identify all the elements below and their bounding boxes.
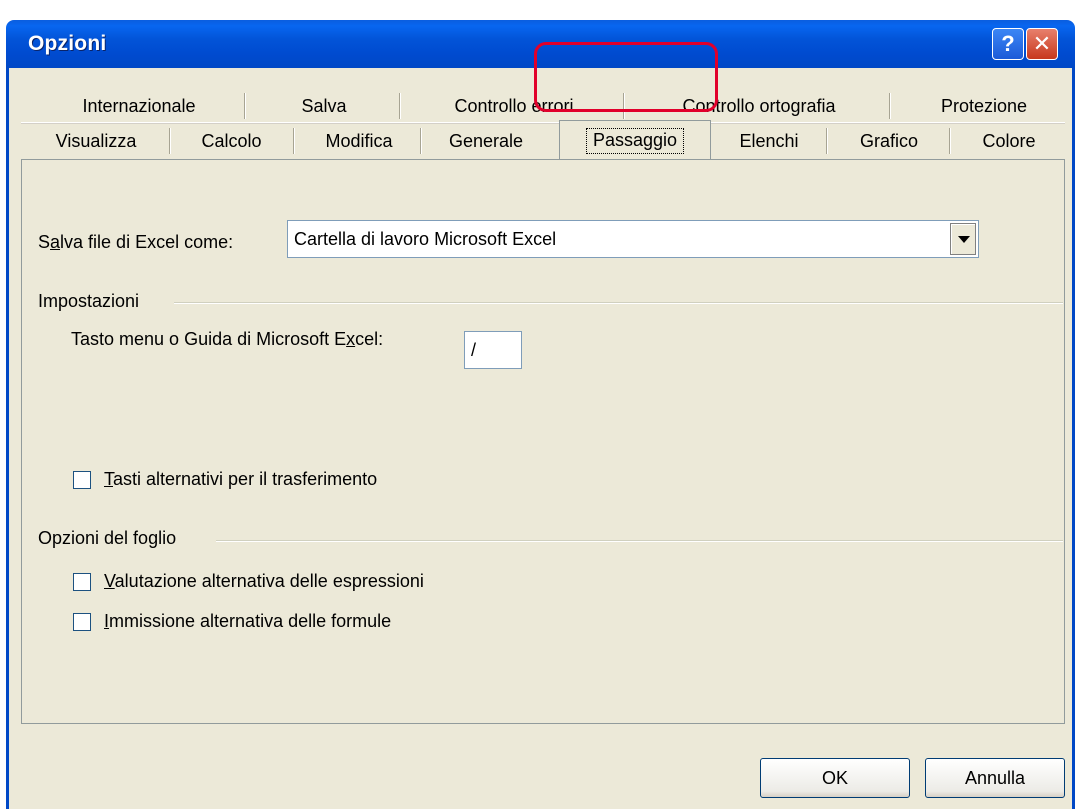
highlight-annotation [534,42,718,112]
menu-key-label: Tasto menu o Guida di Microsoft Excel: [71,329,384,349]
tab-internazionale[interactable]: Internazionale [39,90,239,123]
tab-modifica[interactable]: Modifica [299,125,419,158]
tab-separator [169,128,171,154]
settings-group-line [174,302,1063,304]
tab-calcolo[interactable]: Calcolo [174,125,289,158]
save-as-select[interactable]: Cartella di lavoro Microsoft Excel [287,220,979,258]
tab-generale[interactable]: Generale [422,125,550,158]
ok-button[interactable]: OK [760,758,910,798]
sheet-options-group-label: Opzioni del foglio [38,528,177,548]
tab-separator [399,93,401,119]
dialog-body: Internazionale Salva Controllo errori Co… [6,68,1075,809]
tab-passaggio-label: Passaggio [585,127,685,154]
alt-entry-label: Immissione alternativa delle formule [104,611,392,631]
close-icon[interactable]: ✕ [1026,28,1058,60]
tab-row-divider [21,122,1065,124]
tab-separator [293,128,295,154]
tab-separator [889,93,891,119]
alt-navigation-checkbox[interactable] [73,471,91,489]
tab-salva[interactable]: Salva [254,90,394,123]
tab-protezione[interactable]: Protezione [904,90,1064,123]
sheet-options-group-line [216,540,1063,542]
tab-visualizza[interactable]: Visualizza [31,125,161,158]
menu-key-input[interactable]: / [464,331,522,369]
chevron-down-icon[interactable] [950,223,976,255]
save-as-label: Salva file di Excel come: [38,232,234,252]
alt-navigation-label: Tasti alternativi per il trasferimento [104,469,378,489]
help-icon[interactable]: ? [992,28,1024,60]
options-dialog: Opzioni ? ✕ Internazionale Salva Control… [0,0,1081,809]
save-as-value: Cartella di lavoro Microsoft Excel [294,229,557,249]
tab-grafico[interactable]: Grafico [829,125,949,158]
alt-entry-checkbox[interactable] [73,613,91,631]
tab-separator [949,128,951,154]
tab-elenchi[interactable]: Elenchi [714,125,824,158]
tab-colore[interactable]: Colore [954,125,1064,158]
dialog-title: Opzioni [28,32,107,55]
tab-separator [244,93,246,119]
alt-eval-checkbox[interactable] [73,573,91,591]
settings-group-label: Impostazioni [38,291,140,311]
cancel-button[interactable]: Annulla [925,758,1065,798]
alt-eval-label: Valutazione alternativa delle espression… [104,571,424,591]
tab-passaggio[interactable]: Passaggio [559,120,711,160]
tab-separator [826,128,828,154]
